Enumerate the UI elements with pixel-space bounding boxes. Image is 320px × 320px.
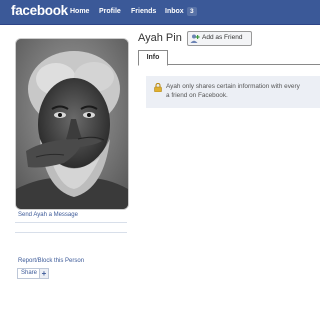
privacy-notice-text: Ayah only shares certain information wit… xyxy=(166,82,320,100)
lock-icon xyxy=(154,83,162,92)
inbox-count-badge: 3 xyxy=(187,7,197,16)
nav-home[interactable]: Home xyxy=(70,8,89,15)
nav-profile[interactable]: Profile xyxy=(99,8,121,15)
tab-info[interactable]: Info xyxy=(138,50,168,66)
privacy-notice-line: Ayah only shares certain information wit… xyxy=(166,83,300,90)
profile-photo[interactable] xyxy=(15,38,129,210)
report-block-link[interactable]: Report/Block this Person xyxy=(18,258,84,264)
nav-inbox[interactable]: Inbox xyxy=(165,8,184,15)
add-friend-icon xyxy=(190,34,200,43)
left-divider xyxy=(15,222,127,223)
privacy-notice-line: a friend on Facebook. xyxy=(166,92,228,99)
nav-friends[interactable]: Friends xyxy=(131,8,156,15)
add-friend-label: Add as Friend xyxy=(202,34,243,41)
top-navigation-bar: facebook Home Profile Friends Inbox 3 xyxy=(0,0,320,25)
profile-name: Ayah Pin xyxy=(138,32,182,44)
profile-photo-image xyxy=(16,39,128,209)
send-message-link[interactable]: Send Ayah a Message xyxy=(18,212,78,218)
facebook-logo[interactable]: facebook xyxy=(11,3,68,18)
left-divider xyxy=(15,232,127,233)
add-friend-button[interactable]: Add as Friend xyxy=(187,31,252,46)
privacy-notice: Ayah only shares certain information wit… xyxy=(146,76,320,108)
share-plus-icon[interactable]: + xyxy=(39,268,49,279)
